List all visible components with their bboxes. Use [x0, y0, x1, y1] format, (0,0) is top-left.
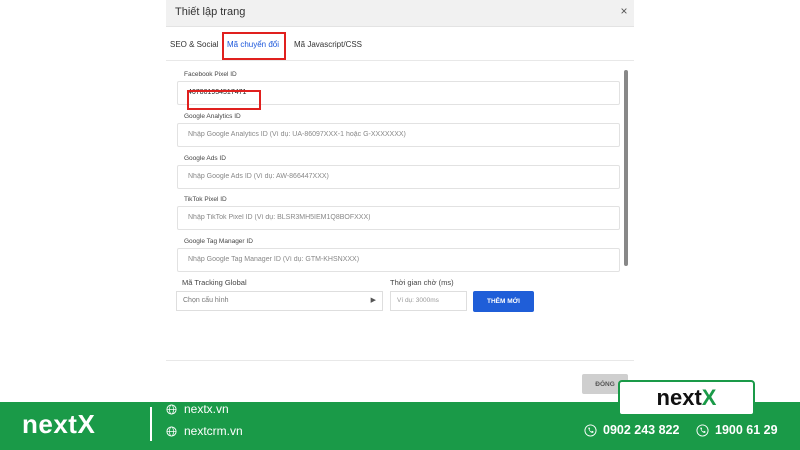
logo-card-main: next — [656, 385, 702, 410]
tiktok-pixel-label: TikTok Pixel ID — [184, 196, 227, 203]
tiktok-pixel-input[interactable] — [188, 214, 608, 221]
active-tab-underline — [225, 58, 283, 60]
page-settings-modal: Thiết lập trang × SEO & Social Mã chuyển… — [166, 0, 634, 402]
google-tag-manager-group: Google Tag Manager ID — [174, 238, 620, 278]
banner-divider — [150, 407, 152, 441]
facebook-pixel-group: Facebook Pixel ID — [174, 71, 620, 111]
chevron-right-icon: ▶ — [370, 297, 376, 304]
tracking-global-label: Mã Tracking Global — [182, 278, 247, 287]
phone-icon — [584, 423, 597, 437]
globe-icon — [166, 403, 177, 415]
modal-title: Thiết lập trang — [175, 6, 246, 18]
phone-number-text: 0902 243 822 — [603, 423, 680, 437]
select-value: Chọn cấu hình — [183, 297, 229, 304]
website-link-nextcrm[interactable]: nextcrm.vn — [166, 424, 243, 438]
google-analytics-group: Google Analytics ID — [174, 113, 620, 153]
nextx-logo-card: nextX — [618, 380, 755, 416]
globe-icon — [166, 425, 177, 437]
google-ads-label: Google Ads ID — [184, 155, 226, 162]
backdrop-right — [634, 0, 800, 402]
google-tag-manager-box — [177, 248, 620, 272]
banner-logo: nextX — [22, 409, 96, 439]
hotline-icon — [696, 423, 709, 437]
conversion-form: Facebook Pixel ID Google Analytics ID Go… — [174, 66, 630, 272]
google-analytics-box — [177, 123, 620, 147]
wait-time-input[interactable] — [397, 297, 461, 304]
wait-time-label: Thời gian chờ (ms) — [390, 278, 454, 287]
google-tag-manager-input[interactable] — [188, 256, 608, 263]
google-ads-input[interactable] — [188, 173, 608, 180]
tiktok-pixel-group: TikTok Pixel ID — [174, 196, 620, 236]
logo-card-accent: X — [701, 385, 717, 410]
close-icon[interactable]: × — [617, 4, 631, 18]
footer-divider — [166, 360, 634, 361]
website-link-nextx[interactable]: nextx.vn — [166, 402, 229, 416]
google-analytics-input[interactable] — [188, 131, 608, 138]
phone-number-hotline[interactable]: 1900 61 29 — [696, 423, 778, 437]
google-analytics-label: Google Analytics ID — [184, 113, 241, 120]
add-new-button[interactable]: THÊM MỚI — [473, 291, 534, 312]
tab-seo-social[interactable]: SEO & Social — [170, 40, 218, 49]
wait-time-box — [390, 291, 467, 311]
tab-bar: SEO & Social Mã chuyển đổi Mã Javascript… — [166, 28, 634, 61]
form-scrollbar[interactable] — [624, 70, 628, 266]
facebook-pixel-box — [177, 81, 620, 110]
tab-conversion-code[interactable]: Mã chuyển đổi — [227, 40, 279, 49]
website-link-text: nextcrm.vn — [184, 424, 243, 438]
facebook-pixel-label: Facebook Pixel ID — [184, 71, 237, 78]
hotline-number-text: 1900 61 29 — [715, 423, 778, 437]
google-ads-box — [177, 165, 620, 189]
website-link-text: nextx.vn — [184, 402, 229, 416]
backdrop-left — [0, 0, 166, 402]
tiktok-pixel-box — [177, 206, 620, 230]
tab-javascript-css[interactable]: Mã Javascript/CSS — [294, 40, 362, 49]
tracking-config-select[interactable]: Chọn cấu hình ▶ — [176, 291, 383, 311]
facebook-pixel-input[interactable] — [188, 89, 608, 96]
google-ads-group: Google Ads ID — [174, 155, 620, 195]
phone-number-primary[interactable]: 0902 243 822 — [584, 423, 679, 437]
modal-header: Thiết lập trang × — [166, 0, 634, 27]
google-tag-manager-label: Google Tag Manager ID — [184, 238, 253, 245]
